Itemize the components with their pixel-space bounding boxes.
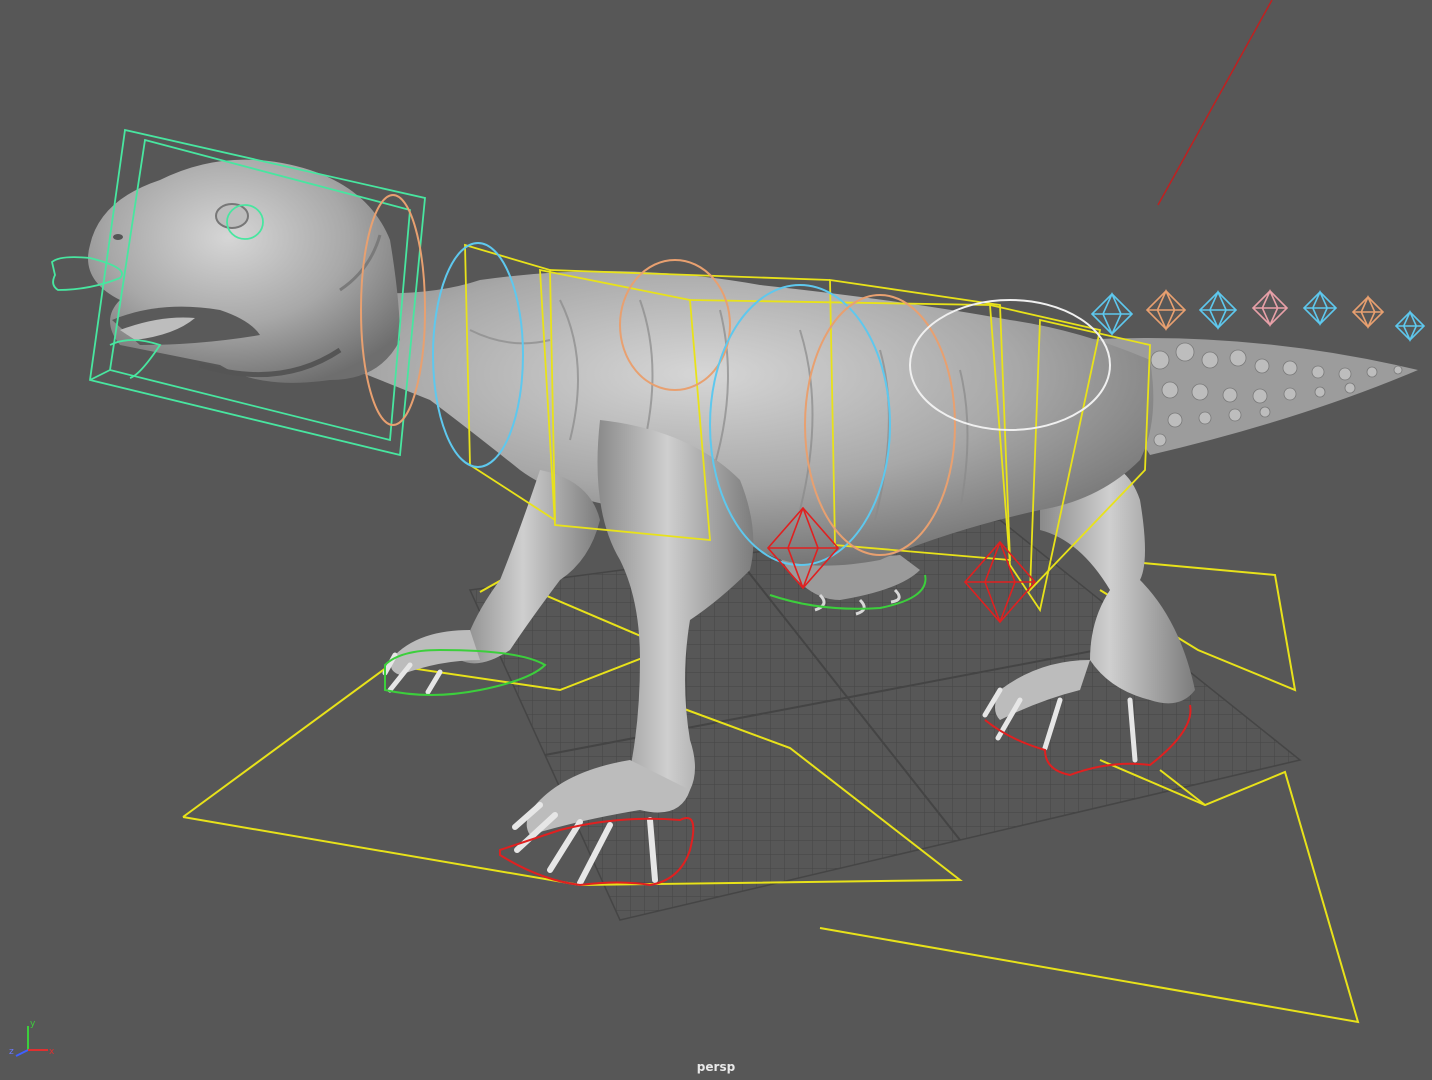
axis-x-label: x	[49, 1047, 55, 1057]
scene-canvas[interactable]	[0, 0, 1432, 1080]
tail-control-diamond[interactable]	[1302, 290, 1338, 326]
light-direction-line	[1157, 0, 1273, 206]
tail-control-diamond[interactable]	[1251, 289, 1289, 327]
axis-y-label: y	[30, 1019, 36, 1029]
lizard-head-mesh	[88, 159, 400, 383]
camera-name-label: persp	[696, 1060, 736, 1074]
tail-fk-controls[interactable]	[1090, 289, 1426, 342]
tail-control-diamond[interactable]	[1145, 289, 1187, 331]
tail-control-diamond[interactable]	[1351, 295, 1385, 329]
axis-gizmo: y z x	[9, 1019, 55, 1057]
tail-control-diamond[interactable]	[1198, 290, 1238, 330]
tail-control-diamond[interactable]	[1090, 292, 1134, 336]
maya-perspective-viewport[interactable]: y z x persp	[0, 0, 1432, 1080]
tail-control-diamond[interactable]	[1394, 310, 1426, 342]
axis-z-label: z	[9, 1047, 14, 1057]
